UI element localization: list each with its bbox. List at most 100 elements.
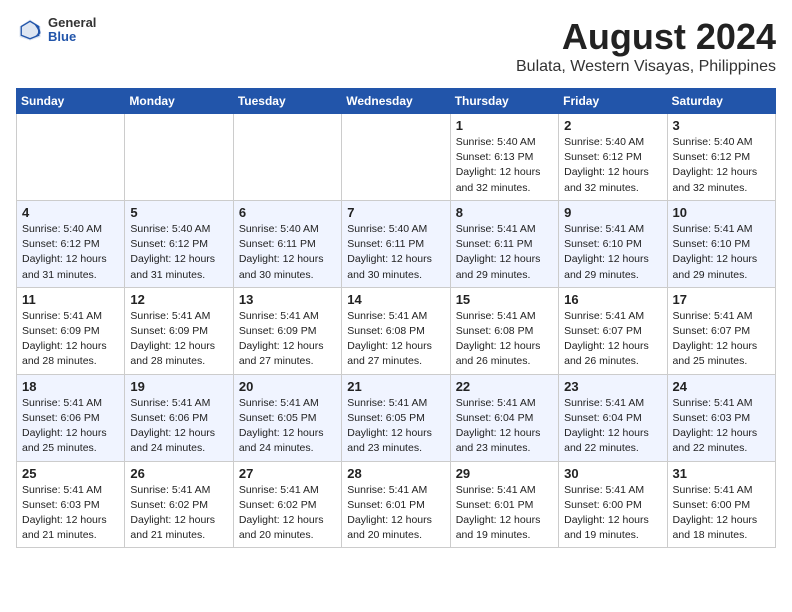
calendar-cell: 30Sunrise: 5:41 AM Sunset: 6:00 PM Dayli… bbox=[559, 461, 667, 548]
day-info: Sunrise: 5:41 AM Sunset: 6:08 PM Dayligh… bbox=[347, 309, 444, 370]
day-info: Sunrise: 5:40 AM Sunset: 6:12 PM Dayligh… bbox=[564, 135, 661, 196]
logo-icon bbox=[16, 16, 44, 44]
calendar-cell bbox=[17, 114, 125, 201]
calendar-cell: 15 Sunrise: 5:41 AM Sunset: 6:08 PM Dayli… bbox=[450, 287, 558, 374]
day-number: 23 bbox=[564, 379, 661, 394]
day-number: 14 bbox=[347, 292, 444, 307]
day-info: Sunrise: 5:40 AM Sunset: 6:12 PM Dayligh… bbox=[22, 222, 119, 283]
calendar-cell: 24 Sunrise: 5:41 AM Sunset: 6:03 PM Dayli… bbox=[667, 374, 775, 461]
week-row-4: 18 Sunrise: 5:41 AM Sunset: 6:06 PM Dayli… bbox=[17, 374, 776, 461]
calendar-cell: 22 Sunrise: 5:41 AM Sunset: 6:04 PM Dayli… bbox=[450, 374, 558, 461]
day-info: Sunrise: 5:41 AM Sunset: 6:07 PM Dayligh… bbox=[564, 309, 661, 370]
day-info: Sunrise: 5:41 AM Sunset: 6:08 PM Dayligh… bbox=[456, 309, 553, 370]
day-number: 22 bbox=[456, 379, 553, 394]
calendar-cell bbox=[342, 114, 450, 201]
day-number: 28 bbox=[347, 466, 444, 481]
calendar-cell: 7Sunrise: 5:40 AM Sunset: 6:11 PM Daylig… bbox=[342, 200, 450, 287]
day-number: 9 bbox=[564, 205, 661, 220]
logo-general-text: General bbox=[48, 16, 96, 30]
day-info: Sunrise: 5:41 AM Sunset: 6:05 PM Dayligh… bbox=[347, 396, 444, 457]
day-number: 2 bbox=[564, 118, 661, 133]
calendar-header: SundayMondayTuesdayWednesdayThursdayFrid… bbox=[17, 89, 776, 114]
calendar-cell: 13 Sunrise: 5:41 AM Sunset: 6:09 PM Dayli… bbox=[233, 287, 341, 374]
day-number: 18 bbox=[22, 379, 119, 394]
header-day-thursday: Thursday bbox=[450, 89, 558, 114]
calendar-cell: 18 Sunrise: 5:41 AM Sunset: 6:06 PM Dayli… bbox=[17, 374, 125, 461]
calendar-cell: 6 Sunrise: 5:40 AM Sunset: 6:11 PM Daylig… bbox=[233, 200, 341, 287]
day-info: Sunrise: 5:41 AM Sunset: 6:05 PM Dayligh… bbox=[239, 396, 336, 457]
day-info: Sunrise: 5:41 AM Sunset: 6:09 PM Dayligh… bbox=[130, 309, 227, 370]
header-day-friday: Friday bbox=[559, 89, 667, 114]
day-number: 13 bbox=[239, 292, 336, 307]
day-number: 17 bbox=[673, 292, 770, 307]
header-row: SundayMondayTuesdayWednesdayThursdayFrid… bbox=[17, 89, 776, 114]
week-row-2: 4 Sunrise: 5:40 AM Sunset: 6:12 PM Daylig… bbox=[17, 200, 776, 287]
main-title: August 2024 bbox=[516, 16, 776, 58]
calendar-table: SundayMondayTuesdayWednesdayThursdayFrid… bbox=[16, 88, 776, 548]
logo-text: General Blue bbox=[48, 16, 96, 45]
day-number: 29 bbox=[456, 466, 553, 481]
day-info: Sunrise: 5:40 AM Sunset: 6:13 PM Dayligh… bbox=[456, 135, 553, 196]
calendar-cell: 5 Sunrise: 5:40 AM Sunset: 6:12 PM Daylig… bbox=[125, 200, 233, 287]
day-number: 19 bbox=[130, 379, 227, 394]
calendar-cell: 20Sunrise: 5:41 AM Sunset: 6:05 PM Dayli… bbox=[233, 374, 341, 461]
calendar-cell: 27 Sunrise: 5:41 AM Sunset: 6:02 PM Dayli… bbox=[233, 461, 341, 548]
calendar-cell: 9 Sunrise: 5:41 AM Sunset: 6:10 PM Daylig… bbox=[559, 200, 667, 287]
logo: General Blue bbox=[16, 16, 96, 45]
calendar-cell: 29Sunrise: 5:41 AM Sunset: 6:01 PM Dayli… bbox=[450, 461, 558, 548]
day-info: Sunrise: 5:41 AM Sunset: 6:09 PM Dayligh… bbox=[22, 309, 119, 370]
calendar-cell: 23 Sunrise: 5:41 AM Sunset: 6:04 PM Dayli… bbox=[559, 374, 667, 461]
day-number: 4 bbox=[22, 205, 119, 220]
calendar-cell: 8Sunrise: 5:41 AM Sunset: 6:11 PM Daylig… bbox=[450, 200, 558, 287]
calendar-cell bbox=[125, 114, 233, 201]
day-info: Sunrise: 5:40 AM Sunset: 6:12 PM Dayligh… bbox=[130, 222, 227, 283]
calendar-body: 1 Sunrise: 5:40 AM Sunset: 6:13 PM Daylig… bbox=[17, 114, 776, 548]
day-number: 21 bbox=[347, 379, 444, 394]
day-info: Sunrise: 5:41 AM Sunset: 6:07 PM Dayligh… bbox=[673, 309, 770, 370]
day-number: 27 bbox=[239, 466, 336, 481]
title-section: August 2024 Bulata, Western Visayas, Phi… bbox=[516, 16, 776, 76]
header-day-wednesday: Wednesday bbox=[342, 89, 450, 114]
day-info: Sunrise: 5:41 AM Sunset: 6:04 PM Dayligh… bbox=[456, 396, 553, 457]
day-info: Sunrise: 5:40 AM Sunset: 6:11 PM Dayligh… bbox=[239, 222, 336, 283]
calendar-cell: 16Sunrise: 5:41 AM Sunset: 6:07 PM Dayli… bbox=[559, 287, 667, 374]
calendar-cell: 17 Sunrise: 5:41 AM Sunset: 6:07 PM Dayli… bbox=[667, 287, 775, 374]
day-info: Sunrise: 5:41 AM Sunset: 6:11 PM Dayligh… bbox=[456, 222, 553, 283]
day-number: 6 bbox=[239, 205, 336, 220]
day-info: Sunrise: 5:41 AM Sunset: 6:10 PM Dayligh… bbox=[673, 222, 770, 283]
calendar-cell: 11Sunrise: 5:41 AM Sunset: 6:09 PM Dayli… bbox=[17, 287, 125, 374]
day-number: 5 bbox=[130, 205, 227, 220]
day-info: Sunrise: 5:41 AM Sunset: 6:03 PM Dayligh… bbox=[22, 483, 119, 544]
day-number: 10 bbox=[673, 205, 770, 220]
day-info: Sunrise: 5:40 AM Sunset: 6:11 PM Dayligh… bbox=[347, 222, 444, 283]
day-info: Sunrise: 5:41 AM Sunset: 6:06 PM Dayligh… bbox=[22, 396, 119, 457]
day-number: 1 bbox=[456, 118, 553, 133]
calendar-cell: 1 Sunrise: 5:40 AM Sunset: 6:13 PM Daylig… bbox=[450, 114, 558, 201]
week-row-5: 25 Sunrise: 5:41 AM Sunset: 6:03 PM Dayli… bbox=[17, 461, 776, 548]
calendar-cell: 19 Sunrise: 5:41 AM Sunset: 6:06 PM Dayli… bbox=[125, 374, 233, 461]
day-info: Sunrise: 5:41 AM Sunset: 6:10 PM Dayligh… bbox=[564, 222, 661, 283]
header-day-sunday: Sunday bbox=[17, 89, 125, 114]
day-info: Sunrise: 5:40 AM Sunset: 6:12 PM Dayligh… bbox=[673, 135, 770, 196]
day-number: 12 bbox=[130, 292, 227, 307]
day-info: Sunrise: 5:41 AM Sunset: 6:06 PM Dayligh… bbox=[130, 396, 227, 457]
day-info: Sunrise: 5:41 AM Sunset: 6:04 PM Dayligh… bbox=[564, 396, 661, 457]
day-info: Sunrise: 5:41 AM Sunset: 6:02 PM Dayligh… bbox=[239, 483, 336, 544]
day-info: Sunrise: 5:41 AM Sunset: 6:01 PM Dayligh… bbox=[347, 483, 444, 544]
week-row-1: 1 Sunrise: 5:40 AM Sunset: 6:13 PM Daylig… bbox=[17, 114, 776, 201]
day-info: Sunrise: 5:41 AM Sunset: 6:09 PM Dayligh… bbox=[239, 309, 336, 370]
calendar-cell: 12 Sunrise: 5:41 AM Sunset: 6:09 PM Dayli… bbox=[125, 287, 233, 374]
day-number: 31 bbox=[673, 466, 770, 481]
calendar-cell: 3Sunrise: 5:40 AM Sunset: 6:12 PM Daylig… bbox=[667, 114, 775, 201]
day-info: Sunrise: 5:41 AM Sunset: 6:00 PM Dayligh… bbox=[564, 483, 661, 544]
calendar-cell: 28 Sunrise: 5:41 AM Sunset: 6:01 PM Dayli… bbox=[342, 461, 450, 548]
day-number: 25 bbox=[22, 466, 119, 481]
header-day-tuesday: Tuesday bbox=[233, 89, 341, 114]
day-number: 15 bbox=[456, 292, 553, 307]
calendar-cell: 2 Sunrise: 5:40 AM Sunset: 6:12 PM Daylig… bbox=[559, 114, 667, 201]
day-number: 24 bbox=[673, 379, 770, 394]
calendar-cell: 25 Sunrise: 5:41 AM Sunset: 6:03 PM Dayli… bbox=[17, 461, 125, 548]
header-day-saturday: Saturday bbox=[667, 89, 775, 114]
day-info: Sunrise: 5:41 AM Sunset: 6:03 PM Dayligh… bbox=[673, 396, 770, 457]
subtitle: Bulata, Western Visayas, Philippines bbox=[516, 58, 776, 76]
